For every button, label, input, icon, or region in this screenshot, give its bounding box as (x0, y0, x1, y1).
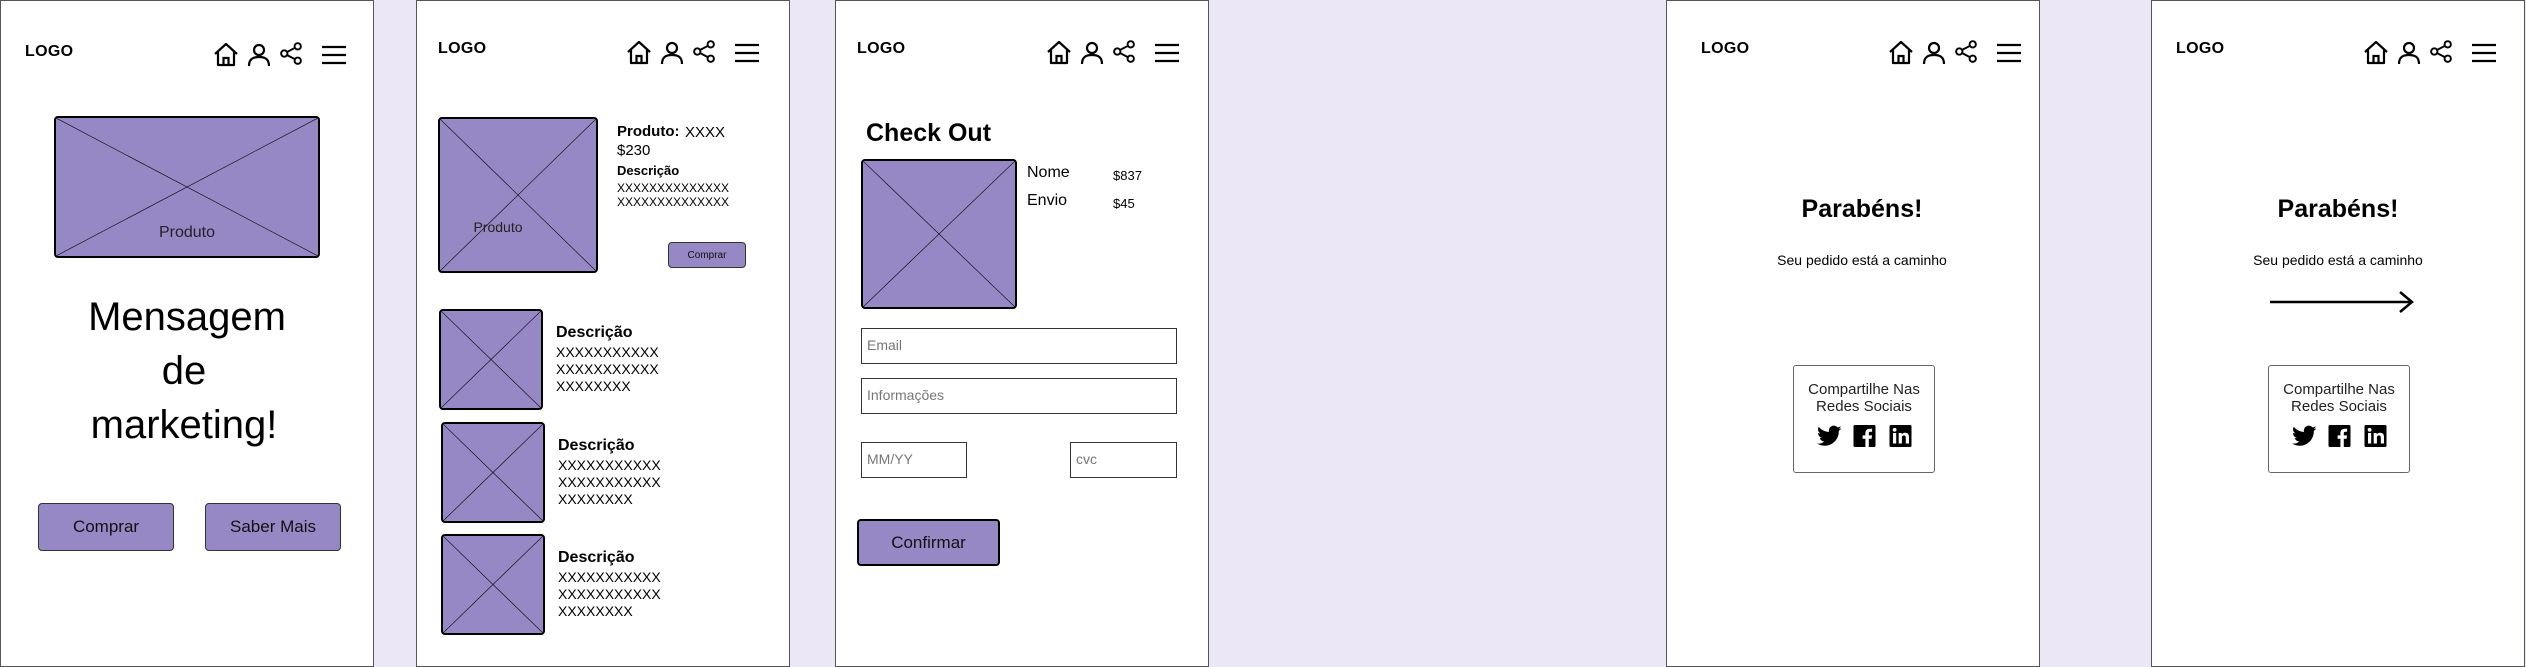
logo[interactable]: LOGO (1701, 40, 1749, 58)
screen-product: LOGO Produto Produto: XXXX $230 Descriçã… (416, 0, 790, 667)
logo[interactable]: LOGO (2176, 40, 2224, 58)
user-icon[interactable] (2397, 40, 2421, 65)
linkedin-icon[interactable] (1887, 423, 1914, 449)
product-image-label: Produto (473, 219, 523, 235)
share-box: Compartilhe Nas Redes Sociais (2268, 365, 2410, 473)
menu-icon[interactable] (1997, 43, 2021, 63)
share-box: Compartilhe Nas Redes Sociais (1793, 365, 1935, 473)
buy-button[interactable]: Comprar (38, 503, 174, 551)
logo[interactable]: LOGO (25, 43, 73, 61)
screen-confirmation-alt: LOGO Parabéns! Seu pedido está a caminho… (2151, 0, 2525, 667)
twitter-icon[interactable] (1815, 423, 1842, 449)
product-title-label: Produto: (617, 123, 680, 140)
share-text: Compartilhe Nas Redes Sociais (1808, 381, 1920, 415)
user-icon[interactable] (1080, 40, 1104, 65)
success-title: Parabéns! (1801, 195, 1923, 223)
product-description-line2: XXXXXXXXXXXXXX (617, 195, 730, 209)
social-icons (1794, 423, 1934, 449)
social-icons (2269, 423, 2409, 449)
list-item-line: XXXXXXXX (556, 378, 631, 394)
share-icon[interactable] (1112, 40, 1136, 64)
confirm-button[interactable]: Confirmar (857, 519, 1000, 566)
shipping-value: $45 (1113, 196, 1135, 211)
share-icon[interactable] (279, 42, 303, 66)
image-placeholder-icon (443, 424, 543, 521)
image-placeholder-icon (440, 119, 596, 271)
list-item-line: XXXXXXXX (558, 491, 633, 507)
buy-button[interactable]: Comprar (668, 242, 746, 268)
logo[interactable]: LOGO (438, 40, 486, 58)
screen-confirmation: LOGO Parabéns! Seu pedido está a caminho… (1666, 0, 2040, 667)
success-title: Parabéns! (2277, 195, 2399, 223)
cvc-field[interactable]: cvc (1070, 442, 1177, 478)
list-item-title: Descrição (556, 324, 633, 341)
home-icon[interactable] (626, 40, 652, 65)
menu-icon[interactable] (1155, 43, 1179, 63)
list-item-line: XXXXXXXXXXX (558, 586, 661, 602)
share-icon[interactable] (1954, 40, 1978, 64)
product-description-title: Descrição (617, 163, 680, 178)
facebook-icon[interactable] (2326, 423, 2353, 449)
share-icon[interactable] (692, 40, 716, 64)
home-icon[interactable] (1888, 40, 1914, 65)
marketing-message-line2: de (161, 349, 207, 393)
product-image[interactable]: Produto (54, 116, 320, 258)
success-subtitle: Seu pedido está a caminho (1777, 252, 1947, 268)
success-subtitle: Seu pedido está a caminho (2253, 252, 2423, 268)
shipping-label: Envio (1027, 192, 1068, 209)
info-field[interactable]: Informações (861, 378, 1177, 414)
expiry-field[interactable]: MM/YY (861, 442, 967, 478)
product-price: $230 (617, 142, 651, 159)
home-icon[interactable] (2363, 40, 2389, 65)
product-image[interactable] (861, 159, 1017, 309)
product-description-line1: XXXXXXXXXXXXXX (617, 181, 730, 195)
learn-more-button[interactable]: Saber Mais (205, 503, 341, 551)
marketing-message-line1: Mensagem (88, 295, 286, 339)
arrow-right-icon[interactable] (2269, 291, 2415, 313)
list-item-line: XXXXXXXX (558, 603, 633, 619)
list-item-image[interactable] (439, 309, 543, 410)
list-item-line: XXXXXXXXXXX (556, 344, 659, 360)
list-item-image[interactable] (441, 534, 545, 635)
image-placeholder-icon (441, 311, 541, 408)
logo[interactable]: LOGO (857, 40, 905, 58)
page-title: Check Out (866, 119, 992, 147)
list-item-line: XXXXXXXXXXX (556, 361, 659, 377)
product-name: XXXX (685, 124, 726, 141)
twitter-icon[interactable] (2290, 423, 2317, 449)
product-image[interactable]: Produto (438, 117, 598, 273)
email-field[interactable]: Email (861, 328, 1177, 364)
name-value: $837 (1113, 168, 1142, 183)
menu-icon[interactable] (322, 45, 346, 65)
list-item-line: XXXXXXXXXXX (558, 474, 661, 490)
name-label: Nome (1027, 164, 1070, 181)
linkedin-icon[interactable] (2362, 423, 2389, 449)
screen-checkout: LOGO Check Out Nome $837 Envio $45 Email… (835, 0, 1209, 667)
home-icon[interactable] (1046, 40, 1072, 65)
menu-icon[interactable] (735, 43, 759, 63)
share-text: Compartilhe Nas Redes Sociais (2283, 381, 2395, 415)
product-image-label: Produto (158, 224, 216, 241)
list-item-image[interactable] (441, 422, 545, 523)
facebook-icon[interactable] (1851, 423, 1878, 449)
share-icon[interactable] (2429, 40, 2453, 64)
list-item-title: Descrição (558, 549, 635, 566)
image-placeholder-icon (443, 536, 543, 633)
list-item-title: Descrição (558, 437, 635, 454)
menu-icon[interactable] (2472, 43, 2496, 63)
user-icon[interactable] (1922, 40, 1946, 65)
home-icon[interactable] (213, 42, 239, 67)
list-item-line: XXXXXXXXXXX (558, 569, 661, 585)
image-placeholder-icon (863, 161, 1015, 307)
screen-home: LOGO Produto Mensagem de marketing! Comp… (0, 0, 374, 667)
user-icon[interactable] (247, 42, 271, 67)
marketing-message-line3: marketing! (90, 403, 278, 447)
list-item-line: XXXXXXXXXXX (558, 457, 661, 473)
user-icon[interactable] (660, 40, 684, 65)
